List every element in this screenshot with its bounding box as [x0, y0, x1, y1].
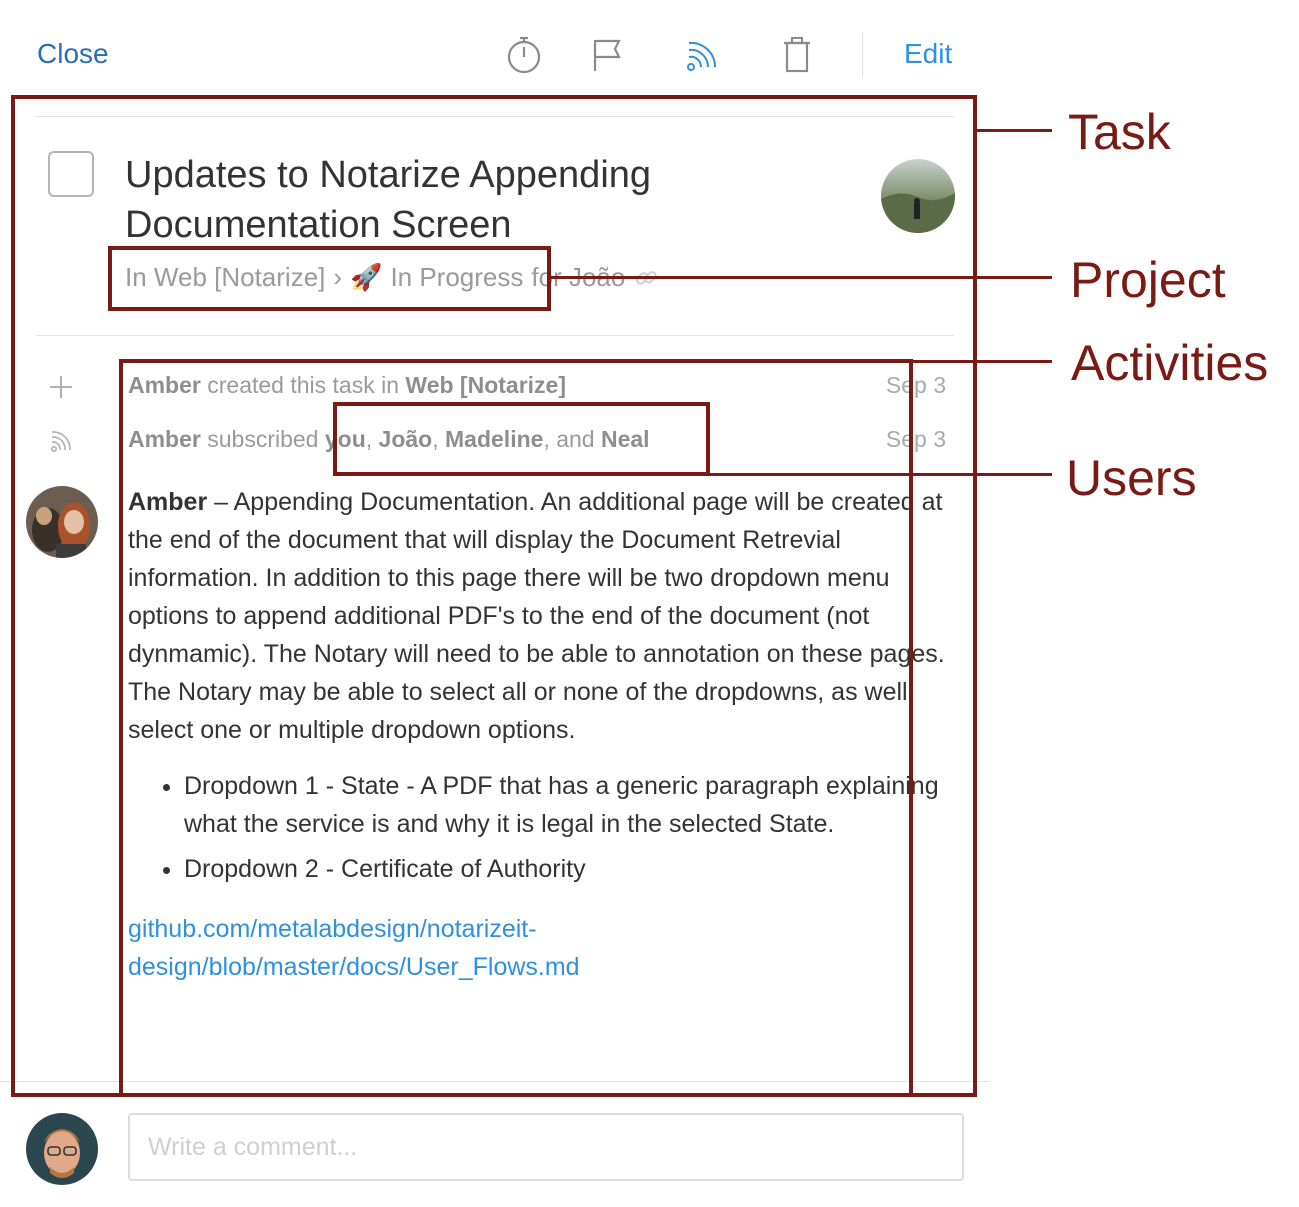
users-annotation-line — [708, 473, 1052, 476]
user-you[interactable]: you — [325, 426, 366, 452]
activity-text: created this task in — [200, 372, 406, 398]
close-button[interactable]: Close — [37, 38, 109, 70]
task-annotation-label: Task — [1068, 104, 1171, 160]
comment-input[interactable] — [128, 1113, 964, 1181]
assignee-avatar[interactable] — [881, 159, 955, 233]
subscribe-icon[interactable] — [681, 35, 721, 75]
comment-author-avatar[interactable] — [26, 486, 98, 558]
separator: , — [365, 426, 379, 452]
task-title[interactable]: Updates to Notarize Appending Documentat… — [125, 150, 845, 250]
section-divider — [36, 335, 954, 336]
activity-text: subscribed — [200, 426, 325, 452]
edit-button[interactable]: Edit — [904, 38, 952, 70]
flag-icon[interactable] — [587, 35, 627, 75]
list-item: Dropdown 1 - State - A PDF that has a ge… — [184, 767, 948, 843]
task-complete-checkbox[interactable] — [48, 151, 94, 197]
comment-list: Dropdown 1 - State - A PDF that has a ge… — [128, 767, 948, 888]
separator: , — [432, 426, 446, 452]
assignee-link[interactable]: for João — [531, 262, 625, 293]
activity-project[interactable]: Web [Notarize] — [405, 372, 566, 398]
plus-icon — [46, 372, 76, 402]
user-neal[interactable]: Neal — [601, 426, 650, 452]
activities-annotation-label: Activities — [1071, 335, 1269, 391]
comment-body: Amber – Appending Documentation. An addi… — [128, 483, 948, 986]
link-icon[interactable] — [633, 265, 659, 291]
separator: , and — [543, 426, 601, 452]
github-link[interactable]: github.com/metalabdesign/notarizeit-desi… — [128, 910, 948, 986]
project-annotation-label: Project — [1070, 252, 1226, 308]
activity-actor[interactable]: Amber — [128, 372, 201, 398]
comment-text: Appending Documentation. An additional p… — [128, 488, 945, 744]
trash-icon[interactable] — [777, 35, 817, 75]
list-item: Dropdown 2 - Certificate of Authority — [184, 850, 948, 888]
activity-actor[interactable]: Amber — [128, 426, 201, 452]
task-annotation-line — [977, 129, 1052, 132]
activity-created: Amber created this task in Web [Notarize… — [128, 372, 566, 399]
comment-author[interactable]: Amber — [128, 488, 207, 516]
activity-date: Sep 3 — [885, 426, 946, 452]
rocket-icon: 🚀 — [350, 262, 383, 292]
breadcrumb-separator: › — [333, 262, 343, 292]
project-link[interactable]: In Web [Notarize] — [125, 262, 325, 293]
user-madeline[interactable]: Madeline — [445, 426, 543, 452]
toolbar-divider — [862, 32, 863, 78]
status-link[interactable]: In Progress — [390, 262, 523, 293]
user-joao[interactable]: João — [379, 426, 433, 452]
activities-annotation-line — [913, 360, 1052, 363]
activity-date: Sep 3 — [885, 372, 946, 398]
composer-divider — [0, 1081, 990, 1082]
comment-dash: – — [207, 488, 234, 516]
top-divider — [36, 116, 954, 117]
task-meta: In Web [Notarize] › 🚀 In Progress for Jo… — [125, 262, 659, 293]
timer-icon[interactable] — [504, 35, 544, 75]
current-user-avatar[interactable] — [26, 1113, 98, 1185]
activity-subscribed: Amber subscribed you, João, Madeline, an… — [128, 426, 650, 453]
users-annotation-label: Users — [1066, 450, 1197, 506]
subscribe-small-icon — [46, 426, 76, 456]
